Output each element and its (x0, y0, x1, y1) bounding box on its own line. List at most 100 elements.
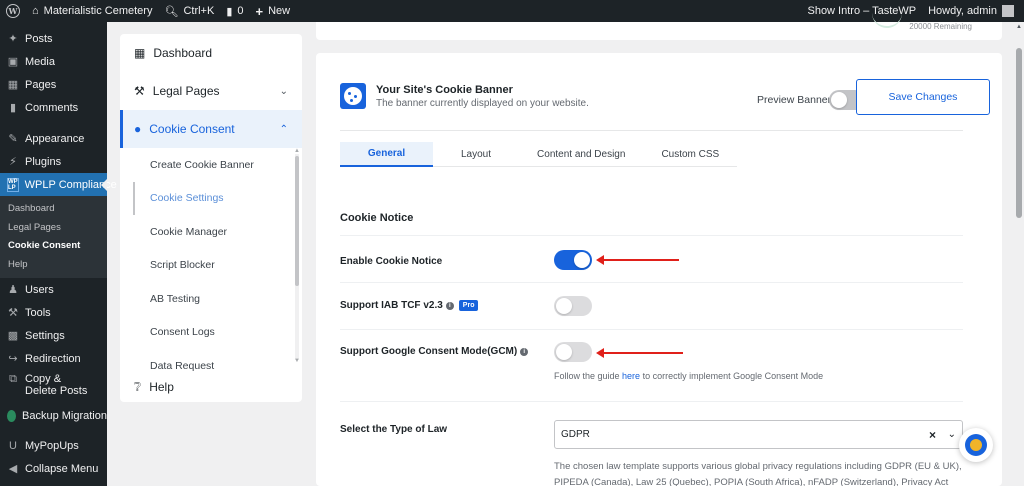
comments-link[interactable]: ▮ 0 (220, 0, 249, 22)
sidebar-item-comments[interactable]: ▮ Comments (0, 96, 107, 119)
nav-script-blocker[interactable]: Script Blocker (120, 249, 302, 283)
tab-content-and-design[interactable]: Content and Design (519, 142, 644, 167)
gcm-helper-pre: Follow the guide (554, 371, 623, 381)
submenu-scrollbar[interactable]: ▲ ▼ (294, 148, 300, 368)
wplp-icon: WP LP (7, 177, 19, 192)
sidebar-item-backup-migration[interactable]: Backup Migration (0, 404, 107, 427)
gcm-helper-text: Follow the guide here to correctly imple… (554, 371, 823, 381)
cookie-consent-submenu: Create Cookie Banner Cookie Settings Coo… (120, 148, 302, 378)
section-title-cookie-notice: Cookie Notice (340, 212, 414, 224)
account-menu[interactable]: Howdy, admin (922, 0, 1024, 22)
sidebar-item-mypopups[interactable]: U MyPopUps (0, 434, 107, 457)
enable-cookie-notice-toggle[interactable] (554, 250, 592, 270)
wordpress-logo-button[interactable]: W (0, 0, 26, 22)
gcm-helper-post: to correctly implement Google Consent Mo… (640, 371, 824, 381)
scroll-up-icon: ▲ (1016, 24, 1022, 30)
scroll-thumb[interactable] (295, 156, 299, 286)
annotation-arrow (596, 348, 683, 358)
show-intro-link[interactable]: Show Intro – TasteWP (801, 0, 922, 22)
clear-icon[interactable]: × (929, 428, 936, 442)
remaining-count: 20000 Remaining (909, 22, 972, 31)
cookie-banner-icon (340, 83, 366, 109)
support-widget-button[interactable] (959, 428, 993, 462)
settings-tabs: General Layout Content and Design Custom… (340, 142, 738, 167)
law-type-select[interactable]: GDPR × ⌄ (554, 420, 963, 449)
tab-custom-css[interactable]: Custom CSS (643, 142, 738, 167)
gavel-icon: ⚒ (134, 84, 145, 98)
brush-icon: ✎ (8, 133, 18, 145)
dashboard-icon: ▦ (134, 46, 146, 60)
nav-dashboard[interactable]: ▦ Dashboard (120, 34, 302, 72)
plus-icon: + (255, 3, 264, 19)
nav-ab-testing[interactable]: AB Testing (120, 282, 302, 316)
avatar (1002, 5, 1014, 17)
chevron-down-icon[interactable]: ⌄ (948, 429, 956, 440)
submenu-item-cookie-consent[interactable]: Cookie Consent (0, 237, 107, 256)
sidebar-item-posts[interactable]: ✦ Posts (0, 27, 107, 50)
sidebar-item-label: Collapse Menu (25, 462, 99, 475)
sidebar-item-pages[interactable]: ▦ Pages (0, 73, 107, 96)
usage-card: 20000 Remaining (316, 22, 1002, 40)
wrench-icon: ⚒ (8, 307, 18, 319)
iab-tcf-toggle[interactable] (554, 296, 592, 316)
new-content-link[interactable]: + New (250, 0, 297, 22)
pro-badge: Pro (458, 300, 479, 311)
pages-icon: ▦ (7, 79, 19, 91)
sidebar-item-label: Copy & Delete Posts (25, 373, 88, 397)
scroll-down-icon: ▼ (294, 358, 300, 364)
admin-bar: W ⌂ Materialistic Cemetery 🔍︎ Ctrl+K ▮ 0… (0, 0, 1024, 22)
nav-cookie-settings[interactable]: Cookie Settings (133, 181, 302, 215)
save-changes-button[interactable]: Save Changes (856, 79, 990, 115)
info-icon[interactable]: i (445, 301, 454, 310)
popup-icon: U (9, 439, 17, 452)
info-icon[interactable]: i (520, 347, 529, 356)
nav-create-cookie-banner[interactable]: Create Cookie Banner (120, 148, 302, 182)
home-icon: ⌂ (32, 5, 39, 17)
tab-general[interactable]: General (340, 142, 433, 167)
search-shortcut-button[interactable]: 🔍︎ Ctrl+K (158, 0, 220, 22)
submenu-item-legal-pages[interactable]: Legal Pages (0, 219, 107, 238)
sidebar-item-redirection[interactable]: ↪ Redirection (0, 347, 107, 370)
sidebar-item-wplp-compliance[interactable]: WP LP WPLP Compliance (0, 173, 117, 196)
users-icon: ♟ (8, 284, 18, 296)
plugin-icon: ⚡︎ (9, 156, 17, 168)
tab-layout[interactable]: Layout (433, 142, 520, 167)
gcm-toggle[interactable] (554, 342, 592, 362)
wordpress-icon: W (6, 4, 20, 18)
new-label: New (268, 5, 291, 17)
sidebar-item-media[interactable]: ▣ Media (0, 50, 107, 73)
nav-help[interactable]: ❔︎ Help (120, 367, 188, 407)
pushpin-icon: ✦ (8, 33, 18, 45)
sidebar-item-appearance[interactable]: ✎ Appearance (0, 127, 107, 150)
site-name-link[interactable]: ⌂ Materialistic Cemetery (26, 0, 158, 22)
cookie-settings-card: Your Site's Cookie Banner The banner cur… (316, 53, 1002, 486)
nav-cookie-manager[interactable]: Cookie Manager (120, 215, 302, 249)
sidebar-item-users[interactable]: ♟ Users (0, 278, 107, 301)
nav-help-label: Help (149, 380, 174, 394)
submenu-item-dashboard[interactable]: Dashboard (0, 200, 107, 219)
sidebar-item-collapse-menu[interactable]: ◀ Collapse Menu (0, 457, 107, 480)
comment-icon: ▮ (9, 102, 17, 114)
sidebar-item-label: Users (25, 283, 54, 296)
window-scroll-thumb[interactable] (1016, 48, 1022, 218)
sidebar-item-plugins[interactable]: ⚡︎ Plugins (0, 150, 107, 173)
iab-tcf-text: Support IAB TCF v2.3 (340, 300, 443, 311)
nav-legal-pages[interactable]: ⚒ Legal Pages ⌄ (120, 72, 302, 110)
gcm-guide-link[interactable]: here (622, 371, 640, 381)
sidebar-item-copy-delete-posts[interactable]: ⧉ Copy & Delete Posts (0, 370, 107, 404)
submenu-item-help[interactable]: Help (0, 256, 107, 275)
sidebar-item-tools[interactable]: ⚒ Tools (0, 301, 107, 324)
comments-count: 0 (237, 5, 244, 17)
window-scrollbar[interactable]: ▲ (1014, 22, 1024, 486)
sidebar-item-label: Appearance (25, 132, 85, 145)
sidebar-item-label: MyPopUps (25, 439, 79, 452)
nav-cookie-consent[interactable]: ● Cookie Consent ⌃ (120, 110, 302, 148)
sidebar-item-settings[interactable]: ▩ Settings (0, 324, 107, 347)
lock-shield-icon (965, 434, 987, 456)
row-divider (340, 282, 963, 283)
nav-consent-logs[interactable]: Consent Logs (120, 316, 302, 350)
iab-tcf-label: Support IAB TCF v2.3 i Pro (340, 300, 479, 311)
sidebar-item-label: Settings (25, 329, 65, 342)
sidebar-item-label: WPLP Compliance (24, 178, 117, 191)
law-type-value: GDPR (561, 429, 590, 440)
